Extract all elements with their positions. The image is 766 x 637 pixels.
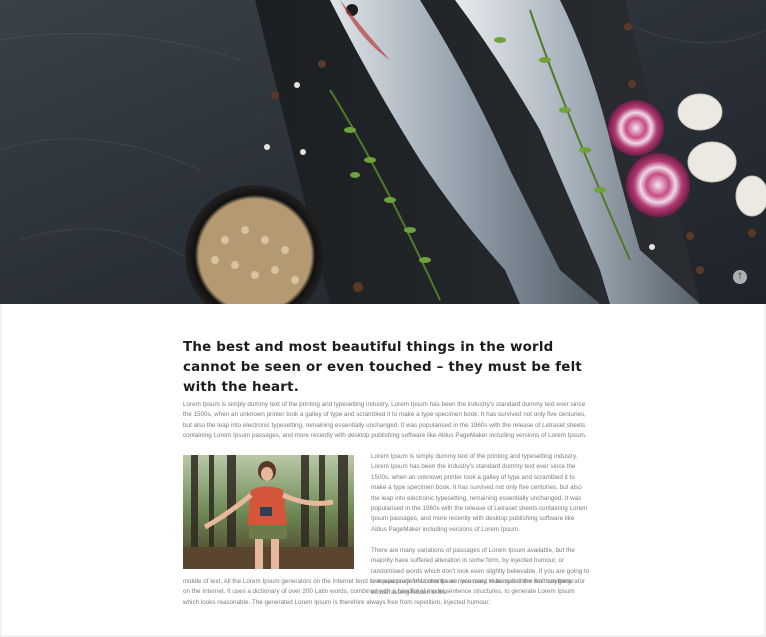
article-photo bbox=[183, 455, 354, 569]
arrow-up-icon: ↑ bbox=[736, 271, 744, 282]
variations-paragraph-end: middle of text. All the Lorem Ipsum gene… bbox=[183, 578, 586, 606]
scroll-to-top-button[interactable]: ↑ bbox=[733, 270, 747, 284]
article-headline: The best and most beautiful things in th… bbox=[183, 340, 582, 395]
hero-image: ↑ bbox=[0, 0, 766, 304]
intro-paragraph: Lorem Ipsum is simply dummy text of the … bbox=[183, 401, 587, 440]
side-paragraph: Lorem Ipsum is simply dummy text of the … bbox=[371, 453, 588, 533]
content-section: The best and most beautiful things in th… bbox=[2, 304, 764, 635]
